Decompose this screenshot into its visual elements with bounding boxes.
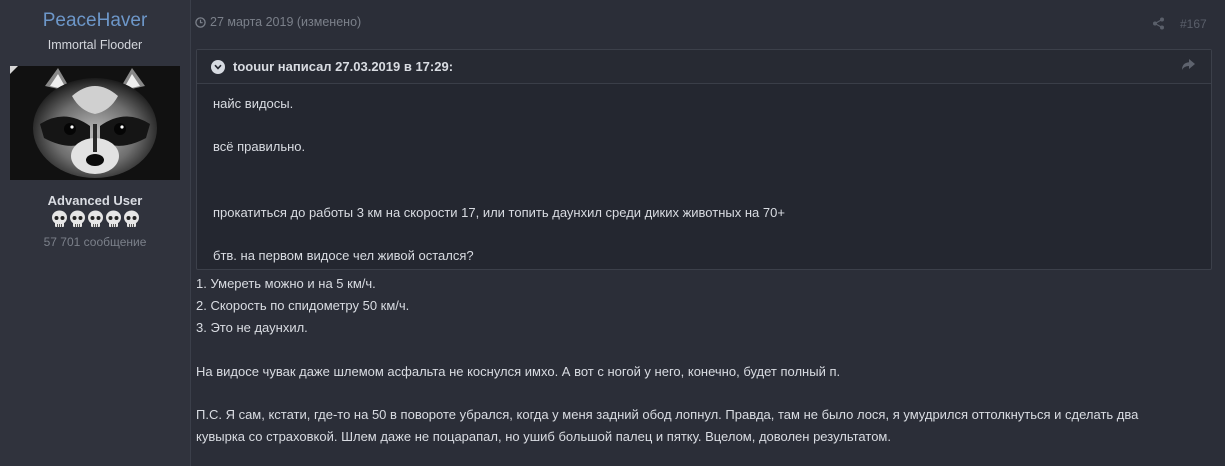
quote-header[interactable]: toouur написал 27.03.2019 в 17:29:	[197, 50, 1211, 84]
post-body-line: кувырка со страховкой. Шлем даже не поца…	[196, 429, 891, 444]
post-date[interactable]: 27 марта 2019 (изменено)	[210, 15, 361, 29]
skull-icon	[123, 210, 139, 227]
quote-block: toouur написал 27.03.2019 в 17:29: найс …	[196, 49, 1212, 270]
avatar[interactable]	[10, 66, 180, 180]
author-name[interactable]: PeaceHaver	[0, 10, 190, 32]
post-body-line: 3. Это не даунхил.	[196, 320, 308, 335]
share-icon[interactable]	[1152, 17, 1165, 30]
post-meta: 27 марта 2019 (изменено)	[195, 15, 361, 29]
clock-icon	[195, 16, 206, 28]
skull-icon	[105, 210, 121, 227]
chevron-down-icon[interactable]	[211, 59, 225, 74]
skull-icon	[69, 210, 85, 227]
author-rank: Advanced User	[47, 193, 143, 208]
rank-icons	[0, 210, 190, 228]
raccoon-avatar-image	[10, 66, 180, 180]
quote-citation: toouur написал 27.03.2019 в 17:29:	[233, 59, 454, 74]
quote-line: бтв. на первом видосе чел живой остался?	[213, 248, 474, 263]
author-panel: PeaceHaver Immortal Flooder Advanced Use…	[0, 0, 191, 466]
author-title: Immortal Flooder	[47, 38, 143, 52]
quote-line: прокатиться до работы 3 км на скорости 1…	[213, 205, 785, 220]
post-body-line: 2. Скорость по спидометру 50 км/ч.	[196, 298, 410, 313]
post-body-line: На видосе чувак даже шлемом асфальта не …	[196, 364, 841, 379]
post-body-line: 1. Умереть можно и на 5 км/ч.	[196, 276, 376, 291]
quote-line: всё правильно.	[213, 139, 306, 154]
post-body-line: П.С. Я сам, кстати, где-то на 50 в повор…	[196, 407, 1139, 422]
post-number-link[interactable]: #167	[1180, 17, 1207, 31]
skull-icon	[87, 210, 103, 227]
author-post-count[interactable]: 57 701 сообщение	[0, 235, 190, 249]
reply-arrow-icon[interactable]	[1181, 59, 1195, 71]
skull-icon	[51, 210, 67, 227]
quote-line: найс видосы.	[213, 96, 294, 111]
